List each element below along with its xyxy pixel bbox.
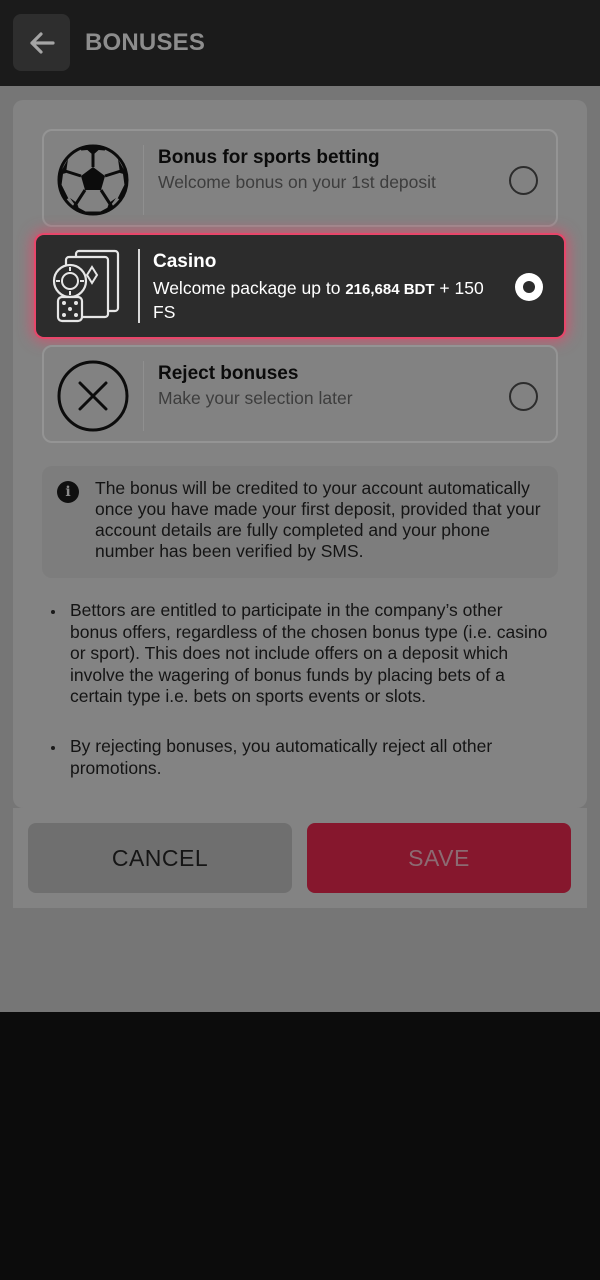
option-sports-betting[interactable]: Bonus for sports betting Welcome bonus o… <box>42 129 558 227</box>
top-bar: BONUSES <box>0 0 600 86</box>
info-notice: i The bonus will be credited to your acc… <box>42 466 558 578</box>
casino-cards-dice-icon <box>52 249 120 323</box>
option-divider <box>143 361 144 431</box>
subtitle-prefix: Welcome package up to <box>153 278 341 298</box>
option-title: Bonus for sports betting <box>158 147 380 168</box>
bullet-dot <box>51 746 55 750</box>
back-button[interactable] <box>13 14 70 71</box>
option-subtitle: Make your selection later <box>158 388 353 408</box>
arrow-left-icon <box>29 31 55 54</box>
action-bar: CANCEL SAVE <box>13 808 587 908</box>
terms-bullet: By rejecting bonuses, you automatically … <box>70 736 493 778</box>
radio-selected-dot <box>523 281 535 293</box>
option-subtitle: Welcome package up to 216,684 BDT + 150 … <box>153 277 493 323</box>
soccer-ball-icon <box>57 144 129 216</box>
option-title: Reject bonuses <box>158 363 299 384</box>
option-title: Casino <box>153 251 217 272</box>
option-casino[interactable]: Casino Welcome package up to 216,684 BDT… <box>36 235 564 337</box>
info-icon: i <box>57 481 79 503</box>
radio-sports-betting[interactable] <box>509 166 538 195</box>
bonus-selection-screen: Bonus for sports betting Welcome bonus o… <box>0 86 600 1012</box>
radio-reject-bonuses[interactable] <box>509 382 538 411</box>
terms-bullet: Bettors are entitled to participate in t… <box>70 600 548 706</box>
bonus-amount: 216,684 BDT <box>345 281 435 298</box>
page-title: BONUSES <box>85 29 206 56</box>
bonus-panel: Bonus for sports betting Welcome bonus o… <box>13 100 587 808</box>
option-divider <box>143 145 144 215</box>
option-divider <box>138 249 140 323</box>
background-overlay <box>0 1012 600 1280</box>
cancel-button[interactable]: CANCEL <box>28 823 292 893</box>
save-button[interactable]: SAVE <box>307 823 571 893</box>
close-circle-icon <box>57 360 129 432</box>
option-reject-bonuses[interactable]: Reject bonuses Make your selection later <box>42 345 558 443</box>
radio-casino[interactable] <box>515 273 543 301</box>
bullet-dot <box>51 610 55 614</box>
info-text: The bonus will be credited to your accou… <box>95 478 541 561</box>
option-subtitle: Welcome bonus on your 1st deposit <box>158 172 436 192</box>
